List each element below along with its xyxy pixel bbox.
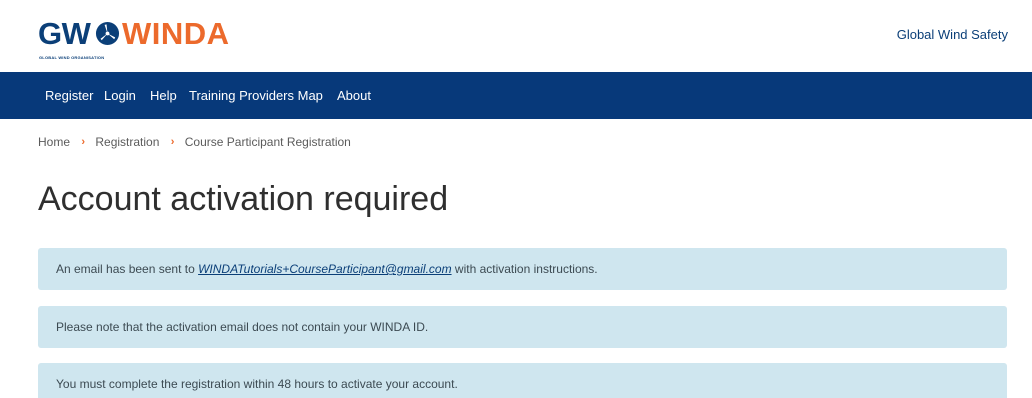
nav-about[interactable]: About: [337, 88, 371, 104]
alert-email-prefix: An email has been sent to: [56, 262, 199, 276]
chevron-right-icon: ›: [170, 136, 175, 148]
alert-deadline: You must complete the registration withi…: [38, 363, 1007, 398]
nav-login[interactable]: Login: [104, 88, 136, 104]
breadcrumb-registration[interactable]: Registration: [95, 134, 159, 150]
breadcrumb: Home › Registration › Course Participant…: [38, 134, 351, 150]
main-nav: Register Login Help Training Providers M…: [0, 72, 1032, 119]
alert-deadline-text: You must complete the registration withi…: [56, 377, 458, 391]
alert-winda-id-note: Please note that the activation email do…: [38, 306, 1007, 348]
breadcrumb-home[interactable]: Home: [38, 134, 70, 150]
logo-subtitle: GLOBAL WIND ORGANISATION: [39, 55, 105, 60]
alert-note-text: Please note that the activation email do…: [56, 320, 429, 334]
global-wind-safety-link[interactable]: Global Wind Safety: [897, 27, 1008, 43]
nav-register[interactable]: Register: [45, 88, 93, 104]
nav-help[interactable]: Help: [150, 88, 177, 104]
wind-turbine-globe-icon: [95, 21, 120, 46]
nav-training-providers-map[interactable]: Training Providers Map: [189, 88, 323, 104]
logo-winda-text: WINDA: [122, 16, 230, 51]
page-title: Account activation required: [38, 180, 449, 218]
alert-email-sent: An email has been sent to WINDATutorials…: [38, 248, 1007, 290]
alert-email-suffix: with activation instructions.: [451, 262, 598, 276]
site-header: GW WINDA GLOBAL WIND ORGANISATION Global…: [0, 0, 1032, 72]
email-link[interactable]: WINDATutorials+CourseParticipant@gmail.c…: [198, 262, 451, 276]
chevron-right-icon: ›: [81, 136, 86, 148]
breadcrumb-current: Course Participant Registration: [184, 135, 351, 149]
logo-gw-text: GW: [38, 16, 91, 51]
gwo-winda-logo[interactable]: GW WINDA GLOBAL WIND ORGANISATION: [38, 14, 238, 61]
